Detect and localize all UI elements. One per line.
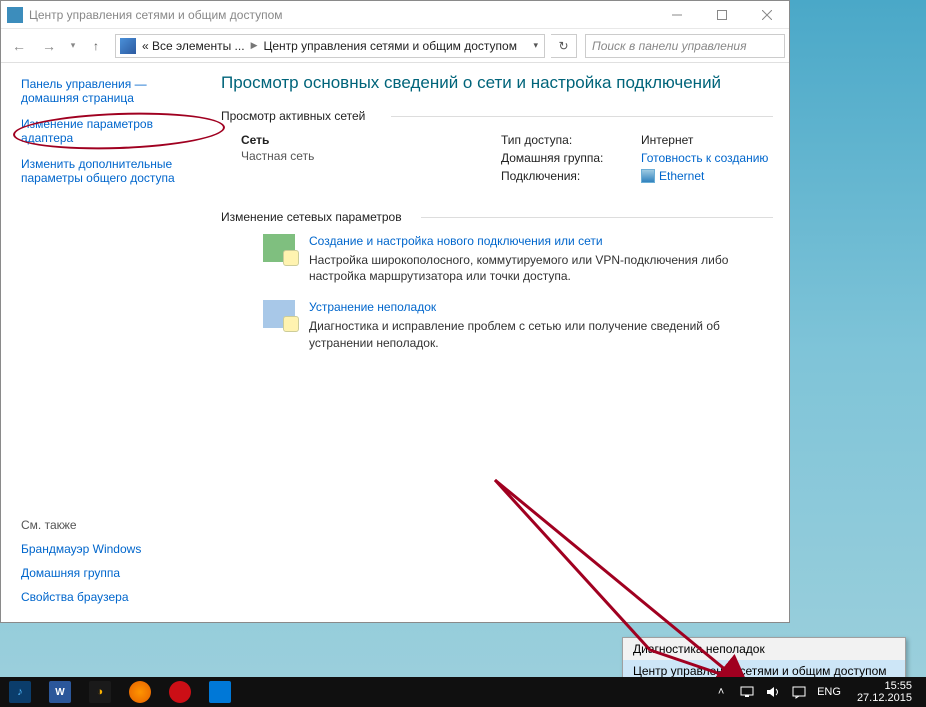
address-dropdown[interactable]: ▾ [529,40,542,51]
ctxmenu-diagnose[interactable]: Диагностика неполадок [623,638,905,660]
tray-overflow-icon[interactable]: ˄ [713,684,729,700]
maximize-button[interactable] [699,1,744,29]
ethernet-icon [641,169,655,183]
tray-language[interactable]: ENG [817,686,841,698]
action-new-connection[interactable]: Создание и настройка нового подключения … [263,234,773,284]
breadcrumb-seg-1[interactable]: « Все элементы ... [138,39,249,53]
search-input[interactable]: Поиск в панели управления [585,34,785,58]
tray-network-icon[interactable] [739,684,755,700]
seealso-homegroup-link[interactable]: Домашняя группа [21,566,205,580]
see-also-heading: См. также [21,518,205,532]
taskbar-app-aimp[interactable]: ◑ [80,677,120,707]
taskbar-app-mail[interactable] [200,677,240,707]
connections-label: Подключения: [501,169,641,186]
homegroup-label: Домашняя группа: [501,151,641,165]
tray-notifications-icon[interactable] [791,684,807,700]
refresh-button[interactable]: ↻ [551,34,577,58]
page-heading: Просмотр основных сведений о сети и наст… [221,73,773,93]
nav-history-button[interactable]: ▾ [65,32,81,60]
control-panel-icon [120,38,136,54]
close-button[interactable] [744,1,789,29]
content-area: Панель управления — домашняя страница Из… [1,63,789,622]
new-connection-icon [263,234,295,262]
sidebar: Панель управления — домашняя страница Из… [1,63,213,622]
tray-clock[interactable]: 15:55 27.12.2015 [851,680,918,704]
nav-back-button[interactable]: ← [5,32,33,60]
taskbar: ♪ W ◑ ˄ ENG 15:55 27.12.2015 [0,677,926,707]
navbar: ← → ▾ ↑ « Все элементы ... ▶ Центр управ… [1,29,789,63]
action-troubleshoot-link[interactable]: Устранение неполадок [309,300,436,314]
homegroup-link[interactable]: Готовность к созданию [641,151,768,165]
breadcrumb-seg-2[interactable]: Центр управления сетями и общим доступом [259,39,521,53]
taskbar-app-opera[interactable] [160,677,200,707]
change-settings-title: Изменение сетевых параметров [221,210,773,224]
active-network-block: Сеть Частная сеть Тип доступа: Интернет … [241,133,773,190]
taskbar-app-word[interactable]: W [40,677,80,707]
breadcrumb-sep: ▶ [249,40,260,51]
action-troubleshoot-desc: Диагностика и исправление проблем с сеть… [309,318,773,350]
address-bar[interactable]: « Все элементы ... ▶ Центр управления се… [115,34,545,58]
sidebar-adapter-link[interactable]: Изменение параметров адаптера [21,117,153,145]
system-tray: ˄ ENG 15:55 27.12.2015 [713,680,926,704]
access-type-label: Тип доступа: [501,133,641,147]
window-title: Центр управления сетями и общим доступом [29,8,654,22]
app-icon [7,7,23,23]
see-also: См. также Брандмауэр Windows Домашняя гр… [21,518,205,614]
main-panel: Просмотр основных сведений о сети и наст… [213,63,789,622]
nav-up-button[interactable]: ↑ [83,33,109,59]
tray-volume-icon[interactable] [765,684,781,700]
seealso-browser-link[interactable]: Свойства браузера [21,590,205,604]
taskbar-app-music[interactable]: ♪ [0,677,40,707]
troubleshoot-icon [263,300,295,328]
titlebar: Центр управления сетями и общим доступом [1,1,789,29]
access-type-value: Интернет [641,133,773,147]
connection-ethernet-link[interactable]: Ethernet [641,169,704,183]
active-networks-title: Просмотр активных сетей [221,109,773,123]
seealso-firewall-link[interactable]: Брандмауэр Windows [21,542,205,556]
action-troubleshoot[interactable]: Устранение неполадок Диагностика и испра… [263,300,773,350]
network-name: Сеть [241,133,501,147]
sidebar-sharing-link[interactable]: Изменить дополнительные параметры общего… [21,157,175,185]
sidebar-home-link[interactable]: Панель управления — домашняя страница [21,77,147,105]
network-center-window: Центр управления сетями и общим доступом… [0,0,790,623]
action-new-connection-desc: Настройка широкополосного, коммутируемог… [309,252,773,284]
network-type: Частная сеть [241,149,501,163]
action-new-connection-link[interactable]: Создание и настройка нового подключения … [309,234,603,248]
nav-forward-button[interactable]: → [35,32,63,60]
minimize-button[interactable] [654,1,699,29]
taskbar-app-firefox[interactable] [120,677,160,707]
